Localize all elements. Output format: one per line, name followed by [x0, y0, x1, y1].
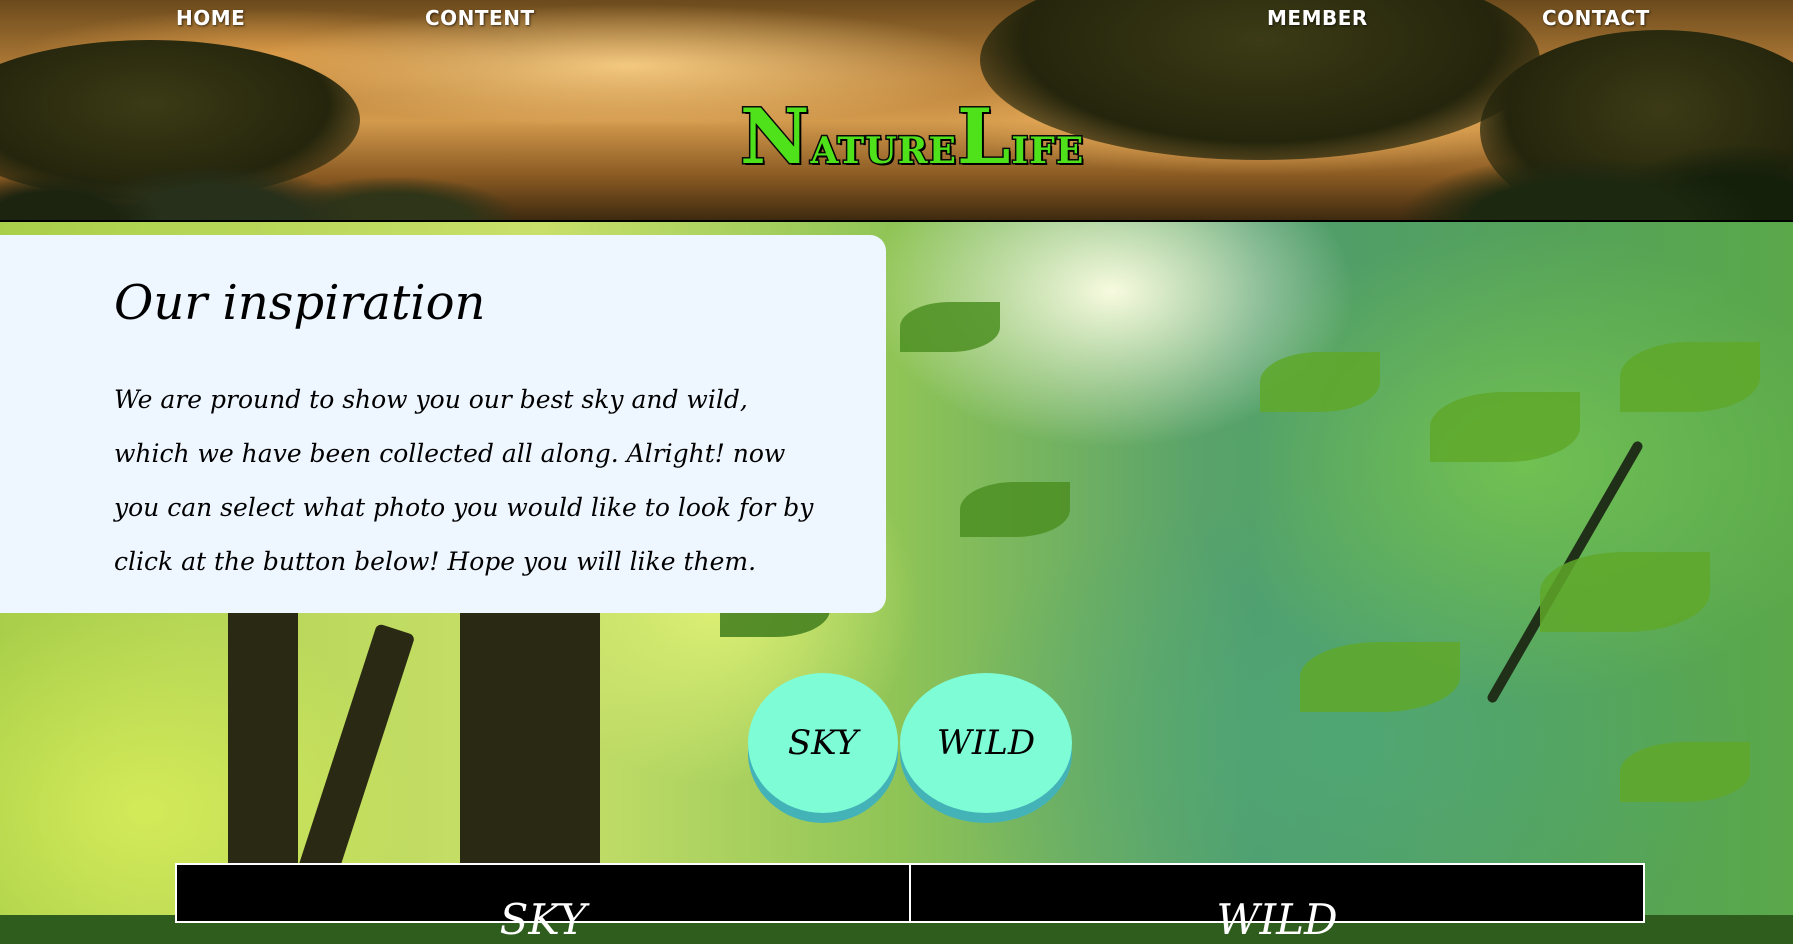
- inspiration-heading: Our inspiration: [114, 275, 486, 331]
- leaf: [960, 482, 1070, 537]
- leaf: [1620, 342, 1760, 412]
- logo-initial-n: N: [738, 91, 811, 183]
- nav-member-link[interactable]: MEMBER: [1267, 6, 1368, 30]
- site-logo: NatureLife: [738, 91, 1085, 183]
- sky-gallery-panel[interactable]: SKY: [175, 863, 911, 944]
- logo-initial-l: L: [955, 91, 1012, 183]
- leaf: [1300, 642, 1460, 712]
- header-banner: HOME CONTENT MEMBER CONTACT NatureLife: [0, 0, 1793, 222]
- logo-word-ife: ife: [1010, 114, 1085, 178]
- leaf: [1540, 552, 1710, 632]
- nav-content-link[interactable]: CONTENT: [425, 6, 535, 30]
- inspiration-card: Our inspiration We are pround to show yo…: [0, 235, 886, 613]
- nav-home-link[interactable]: HOME: [176, 6, 245, 30]
- leaf: [900, 302, 1000, 352]
- leaf: [1260, 352, 1380, 412]
- nav-contact-link[interactable]: CONTACT: [1542, 6, 1650, 30]
- logo-word-ature: ature: [809, 114, 958, 178]
- sky-gallery-title: SKY: [499, 895, 587, 944]
- leaf: [1620, 742, 1750, 802]
- wild-gallery-title: WILD: [1216, 895, 1338, 944]
- wild-button[interactable]: WILD: [900, 673, 1072, 813]
- wild-gallery-panel[interactable]: WILD: [909, 863, 1645, 944]
- inspiration-text: We are pround to show you our best sky a…: [114, 385, 814, 576]
- sky-button[interactable]: SKY: [748, 673, 898, 813]
- leaf: [1430, 392, 1580, 462]
